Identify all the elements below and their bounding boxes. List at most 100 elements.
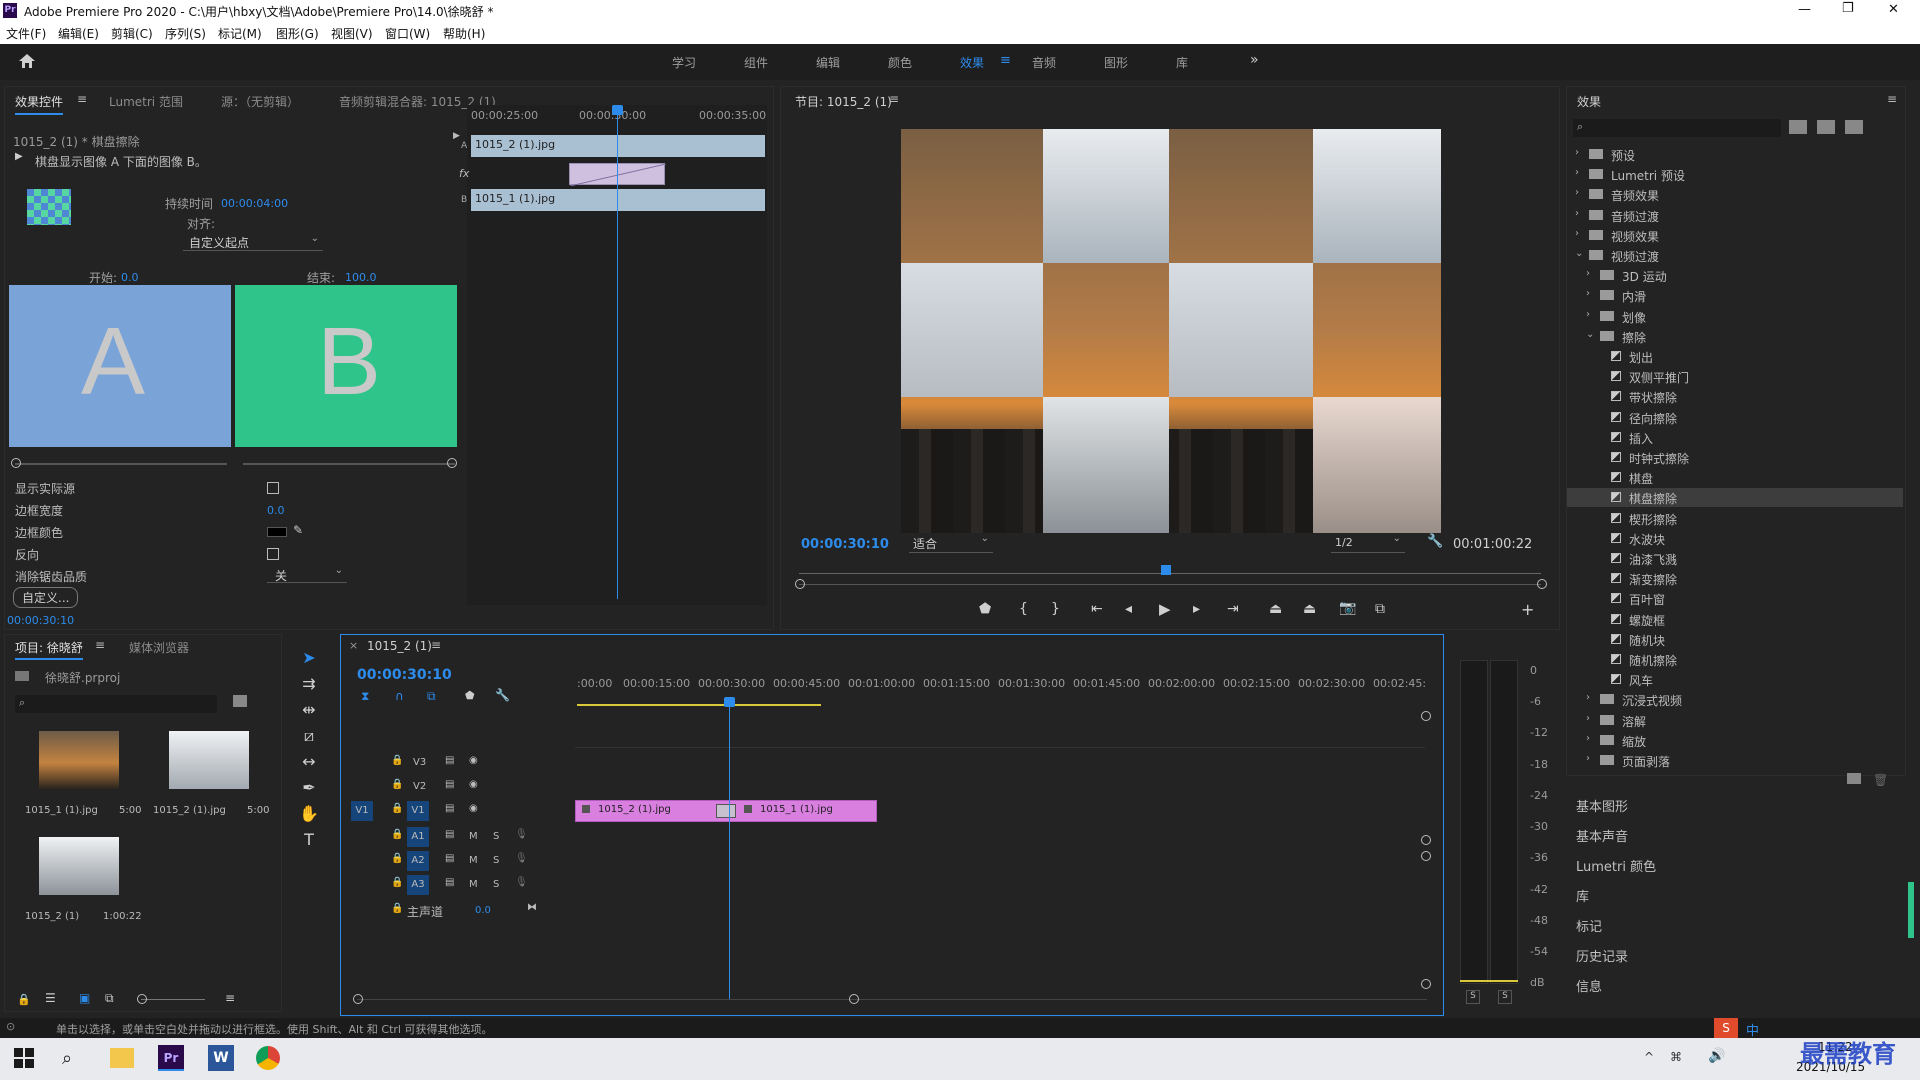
ec-clip-a[interactable]: 1015_2 (1).jpg — [471, 135, 765, 157]
side-panel-lumetri-color[interactable]: Lumetri 颜色 — [1576, 856, 1906, 875]
workspace-color[interactable]: 颜色 — [888, 54, 912, 71]
solo-right-button[interactable]: S — [1498, 990, 1512, 1004]
effects-tree-item[interactable]: 双侧平推门 — [1567, 367, 1903, 386]
project-search-input[interactable]: ⌕ — [15, 695, 217, 713]
effects-tree-item[interactable]: 渐变擦除 — [1567, 569, 1903, 588]
menu-sequence[interactable]: 序列(S) — [165, 25, 206, 42]
linked-selection-icon[interactable]: ⧉ — [427, 689, 436, 704]
lock-icon[interactable]: 🔒 — [391, 903, 403, 914]
effects-tree-item[interactable]: › 音频过渡 — [1567, 206, 1903, 225]
program-timecode[interactable]: 00:00:30:10 — [801, 537, 889, 552]
slider-handle[interactable] — [137, 994, 147, 1004]
mark-out-icon[interactable]: } — [1051, 601, 1060, 617]
effects-tree-item[interactable]: 划出 — [1567, 347, 1903, 366]
slip-tool-icon[interactable]: ↔ — [296, 750, 322, 774]
effect-timecode[interactable]: 00:00:30:10 — [7, 614, 74, 627]
freeform-view-icon[interactable]: ⧉ — [105, 991, 114, 1006]
menu-clip[interactable]: 剪辑(C) — [111, 25, 153, 42]
ec-clip-b[interactable]: 1015_1 (1).jpg — [471, 189, 765, 211]
end-slider[interactable] — [243, 463, 455, 465]
effects-tree-item[interactable]: 棋盘 — [1567, 468, 1903, 487]
workspace-assembly[interactable]: 组件 — [744, 54, 768, 71]
effects-tree-item[interactable]: ⌄ 视频过渡 — [1567, 246, 1903, 265]
tab-media-browser[interactable]: 媒体浏览器 — [129, 639, 189, 656]
chevron-down-icon[interactable]: ⌄ — [1586, 329, 1594, 340]
collapse-triangle-icon[interactable]: ▶ — [453, 131, 460, 141]
new-bin-icon[interactable] — [1847, 773, 1861, 784]
show-source-checkbox[interactable] — [267, 482, 279, 494]
end-slider-handle[interactable] — [447, 458, 457, 468]
custom-button[interactable]: 自定义... — [13, 587, 79, 608]
menu-window[interactable]: 窗口(W) — [385, 25, 430, 42]
lock-icon[interactable]: 🔒 — [391, 803, 403, 814]
effects-tree-item[interactable]: 随机擦除 — [1567, 650, 1903, 669]
effects-tree-item[interactable]: › 缩放 — [1567, 731, 1903, 750]
vertical-scroll-handle[interactable] — [1421, 835, 1431, 845]
yuv-effects-icon[interactable] — [1845, 120, 1863, 134]
effects-tree-item[interactable]: 棋盘擦除 — [1567, 488, 1903, 508]
program-zoom-bar[interactable] — [799, 584, 1541, 585]
effects-tree-item[interactable]: › 页面剥落 — [1567, 751, 1903, 770]
workspace-graphics[interactable]: 图形 — [1104, 54, 1128, 71]
ripple-edit-tool-icon[interactable]: ⇹ — [296, 698, 322, 722]
lock-icon[interactable]: 🔒 — [391, 829, 403, 840]
effects-tree-item[interactable]: › 3D 运动 — [1567, 266, 1903, 285]
tab-lumetri-scopes[interactable]: Lumetri 范围 — [109, 93, 183, 110]
project-item[interactable]: 1015_1 (1).jpg 5:00 — [21, 731, 141, 831]
vertical-scroll-handle[interactable] — [1421, 979, 1431, 989]
effects-tree-item[interactable]: 插入 — [1567, 428, 1903, 447]
source-patch-v1[interactable]: V1 — [351, 801, 373, 821]
solo-button[interactable]: S — [493, 855, 499, 866]
effects-tree-item[interactable]: › 音频效果 — [1567, 185, 1903, 204]
ime-mode[interactable]: 中 — [1746, 1020, 1759, 1039]
effects-tree-item[interactable]: 随机块 — [1567, 630, 1903, 649]
program-playhead-handle[interactable] — [1161, 565, 1171, 575]
mark-in-icon[interactable]: { — [1019, 601, 1028, 617]
maximize-button[interactable]: ❐ — [1842, 1, 1854, 16]
sync-icon[interactable]: ▤ — [445, 877, 454, 888]
tab-project[interactable]: 项目: 徐晓舒 — [15, 639, 83, 660]
selection-tool-icon[interactable]: ➤ — [296, 646, 322, 670]
quality-dropdown[interactable]: 1/2 ⌄ — [1331, 533, 1405, 553]
home-icon[interactable] — [18, 53, 36, 69]
chevron-right-icon[interactable]: › — [1586, 753, 1590, 764]
accelerated-effects-icon[interactable] — [1789, 120, 1807, 134]
effects-tree-item[interactable]: › 划像 — [1567, 307, 1903, 326]
border-width-value[interactable]: 0.0 — [267, 504, 285, 517]
menu-marker[interactable]: 标记(M) — [218, 25, 262, 42]
ec-playhead[interactable] — [617, 105, 618, 599]
menu-graphics[interactable]: 图形(G) — [276, 25, 319, 42]
timeline-timecode[interactable]: 00:00:30:10 — [357, 667, 452, 683]
eyedropper-icon[interactable]: ✎ — [293, 523, 303, 537]
chevron-right-icon[interactable]: › — [1586, 309, 1590, 320]
effects-title[interactable]: 效果 — [1577, 93, 1601, 110]
chevron-right-icon[interactable]: › — [1586, 288, 1590, 299]
chevron-right-icon[interactable]: › — [1586, 733, 1590, 744]
timeline-horizontal-scrollbar[interactable] — [357, 999, 1427, 1000]
volume-icon[interactable]: 🔊 — [1708, 1048, 1725, 1064]
timeline-playhead[interactable] — [729, 699, 730, 999]
transition-marker[interactable] — [716, 804, 736, 818]
menu-help[interactable]: 帮助(H) — [443, 25, 485, 42]
mute-button[interactable]: M — [469, 831, 478, 842]
panel-menu-icon[interactable]: ≡ — [1887, 92, 1897, 106]
start-value[interactable]: 0.0 — [121, 271, 139, 284]
sort-icon[interactable]: ≡ — [225, 991, 235, 1005]
chrome-icon[interactable] — [256, 1046, 280, 1070]
menu-file[interactable]: 文件(F) — [6, 25, 46, 42]
snap-icon[interactable]: ∩ — [395, 689, 404, 703]
effects-tree-item[interactable]: 水波块 — [1567, 529, 1903, 548]
timeline-clip[interactable]: 1015_2 (1).jpg 1015_1 (1).jpg — [575, 800, 877, 822]
track-target-a1[interactable]: A1 — [407, 827, 429, 847]
network-icon[interactable]: ⌘ — [1670, 1050, 1682, 1064]
vertical-scroll-handle[interactable] — [1421, 711, 1431, 721]
go-to-end-icon[interactable]: ⧓ — [527, 902, 537, 913]
side-panel-libraries[interactable]: 库 — [1576, 886, 1906, 905]
mute-button[interactable]: M — [469, 855, 478, 866]
effects-tree-item[interactable]: › 沉浸式视频 — [1567, 690, 1903, 709]
effects-tree-item[interactable]: 径向擦除 — [1567, 408, 1903, 427]
sync-icon[interactable]: ▤ — [445, 803, 454, 814]
end-value[interactable]: 100.0 — [345, 271, 377, 284]
32bit-effects-icon[interactable] — [1817, 120, 1835, 134]
project-item[interactable]: 1015_2 (1) 1:00:22 — [21, 837, 142, 937]
